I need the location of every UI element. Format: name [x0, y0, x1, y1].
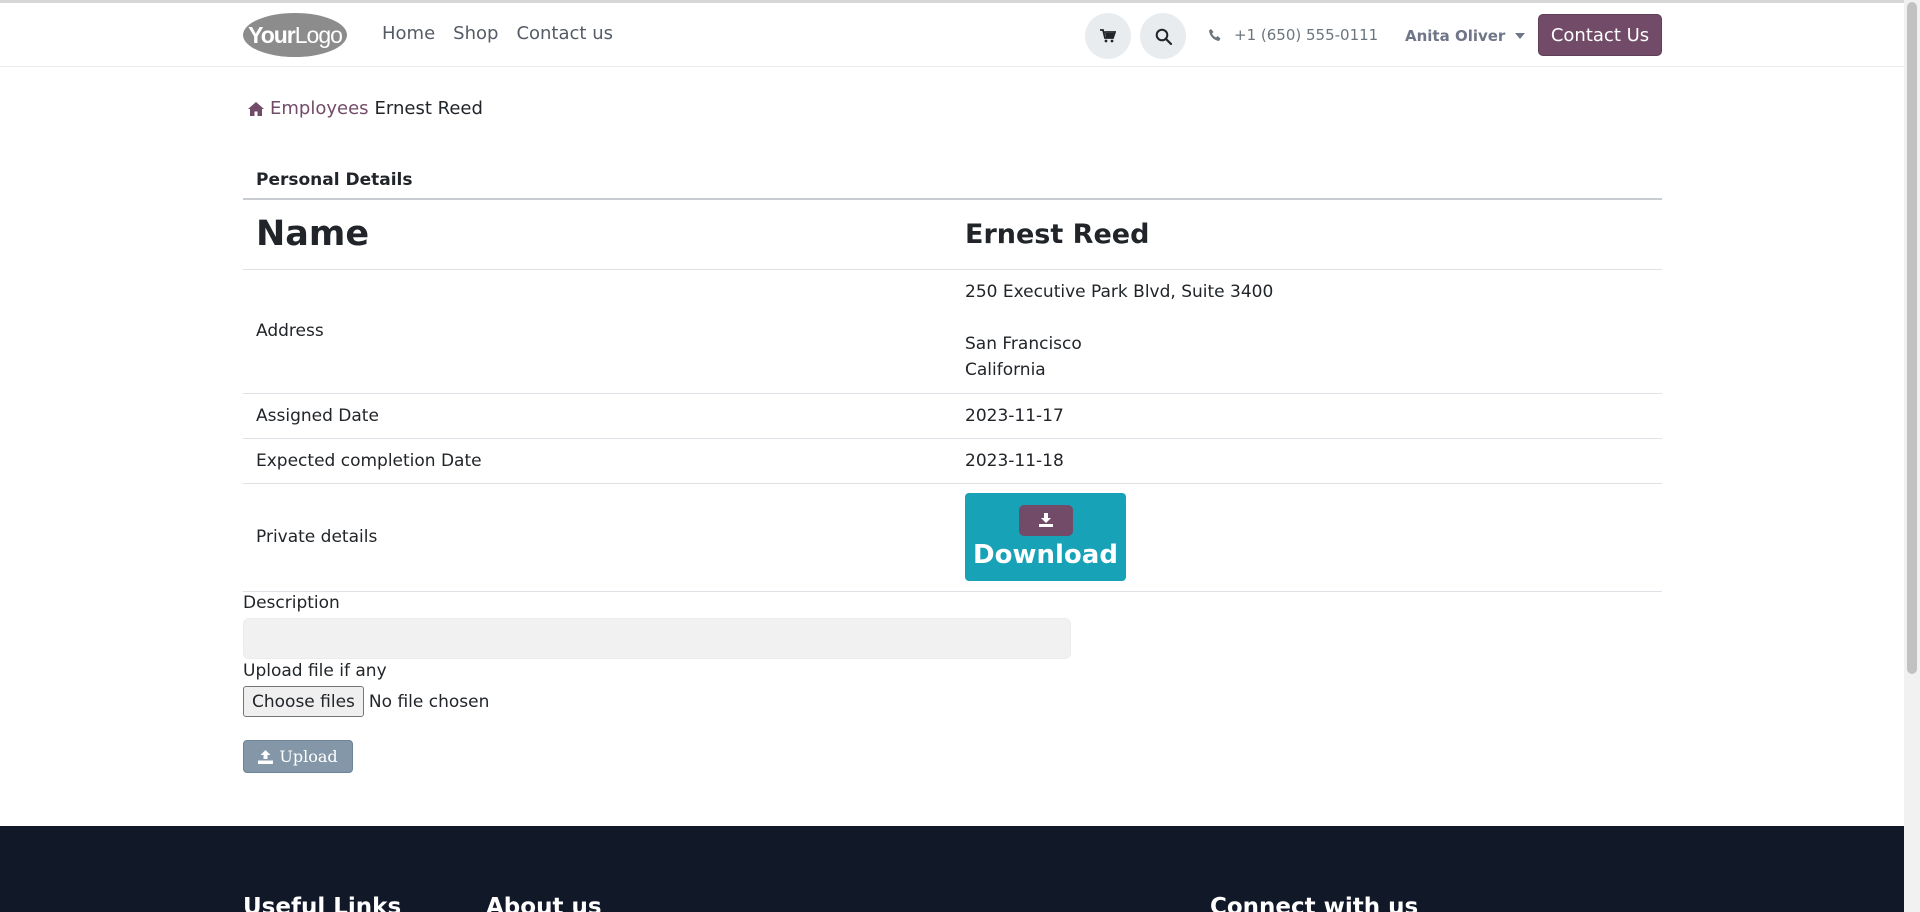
phone-contact[interactable]: +1 (650) 555-0111 — [1208, 26, 1378, 44]
user-name: Anita Oliver — [1405, 27, 1506, 45]
scrollbar[interactable] — [1904, 0, 1920, 912]
assigned-date-label: Assigned Date — [243, 392, 952, 438]
file-status: No file chosen — [368, 691, 490, 712]
table-row: Name Ernest Reed — [243, 198, 1662, 269]
download-label: Download — [973, 539, 1118, 570]
address-value: 250 Executive Park Blvd, Suite 3400 San … — [952, 268, 1662, 393]
private-details-label: Private details — [243, 482, 952, 592]
table-row: Assigned Date 2023-11-17 — [243, 392, 1662, 438]
scrollbar-thumb[interactable] — [1907, 2, 1917, 674]
footer-about-us: About us — [486, 894, 602, 912]
expected-date-label: Expected completion Date — [243, 437, 952, 483]
phone-number: +1 (650) 555-0111 — [1234, 26, 1379, 44]
nav-contact-us[interactable]: Contact us — [516, 23, 613, 44]
footer-connect: Connect with us — [1210, 894, 1419, 912]
chevron-down-icon — [1515, 33, 1526, 39]
upload-button[interactable]: Upload — [243, 740, 353, 773]
table-row: Private details Download — [243, 482, 1662, 592]
upload-label-text: Upload — [279, 747, 338, 766]
breadcrumb-employees[interactable]: Employees — [270, 98, 369, 119]
choose-files-button[interactable]: Choose files — [243, 686, 364, 717]
upload-icon — [258, 749, 274, 764]
search-button[interactable] — [1140, 13, 1186, 59]
breadcrumb: Employees Ernest Reed — [248, 98, 483, 119]
details-table: Name Ernest Reed Address 250 Executive P… — [243, 198, 1662, 592]
table-row: Expected completion Date 2023-11-18 — [243, 437, 1662, 483]
table-row: Address 250 Executive Park Blvd, Suite 3… — [243, 268, 1662, 393]
breadcrumb-current: Ernest Reed — [374, 98, 483, 119]
description-label: Description — [243, 593, 340, 613]
address-line-3: California — [965, 360, 1046, 380]
address-label: Address — [243, 268, 952, 393]
footer-useful-links: Useful Links — [243, 894, 402, 912]
download-icon — [1038, 513, 1053, 527]
site-footer: Useful Links About us Connect with us — [0, 826, 1904, 912]
user-menu[interactable]: Anita Oliver — [1405, 27, 1526, 45]
section-title: Personal Details — [256, 170, 413, 190]
download-button[interactable]: Download — [965, 493, 1126, 581]
name-label: Name — [243, 198, 952, 269]
address-line-2: San Francisco — [965, 334, 1082, 354]
nav-home[interactable]: Home — [382, 23, 435, 44]
home-icon[interactable] — [248, 101, 264, 116]
search-icon — [1155, 28, 1172, 45]
file-input: Choose files No file chosen — [243, 686, 489, 717]
description-field[interactable] — [243, 618, 1071, 659]
address-line-1: 250 Executive Park Blvd, Suite 3400 — [965, 282, 1274, 302]
upload-label: Upload file if any — [243, 661, 387, 681]
site-header: Your Logo Home Shop Contact us +1 (650) 5… — [0, 3, 1904, 67]
logo[interactable]: Your Logo — [243, 13, 347, 57]
assigned-date-value: 2023-11-17 — [952, 392, 1662, 438]
main-nav: Home Shop Contact us — [382, 23, 613, 44]
cart-button[interactable] — [1085, 13, 1131, 59]
contact-us-button[interactable]: Contact Us — [1538, 14, 1662, 56]
nav-shop[interactable]: Shop — [453, 23, 498, 44]
name-value: Ernest Reed — [952, 198, 1662, 269]
phone-icon — [1209, 29, 1221, 41]
expected-date-value: 2023-11-18 — [952, 437, 1662, 483]
cart-icon — [1100, 29, 1116, 43]
